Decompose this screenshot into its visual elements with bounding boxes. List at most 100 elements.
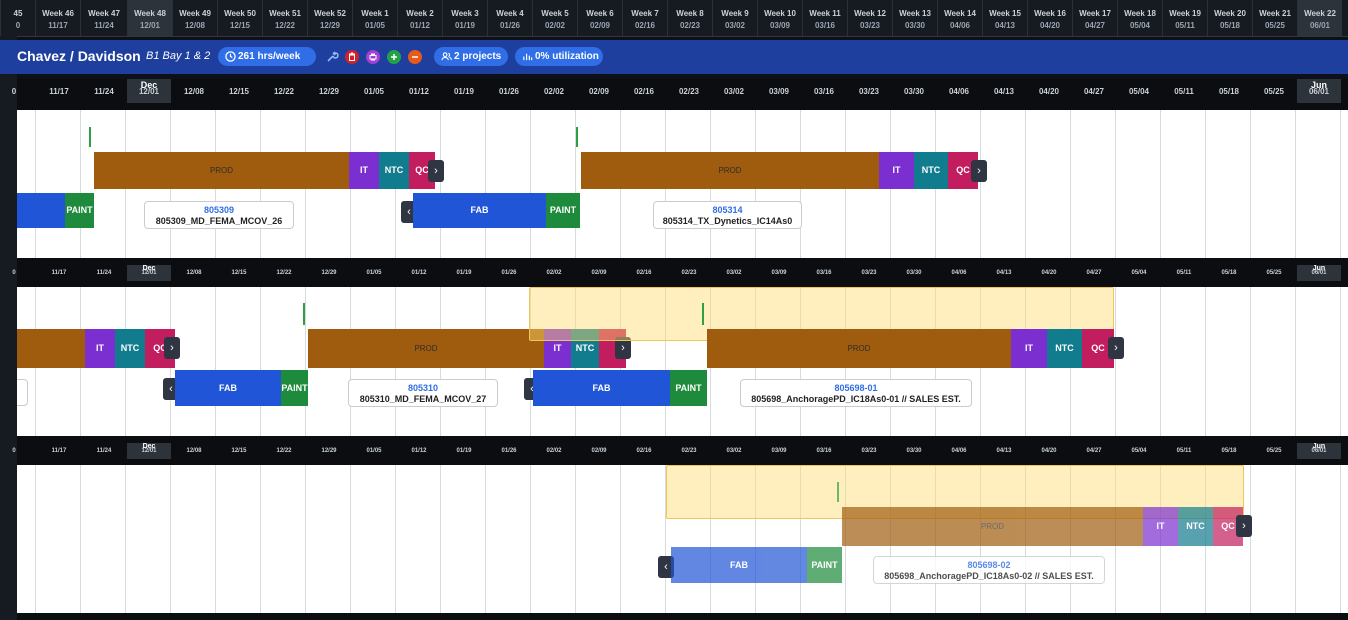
phase-ntc[interactable]: NTC [115, 329, 145, 368]
hours-per-week-button[interactable]: 261 hrs/week [218, 47, 316, 66]
week-label: Week 10 [764, 9, 796, 18]
phase-prod[interactable]: PROD [308, 329, 544, 368]
phase-paint[interactable]: PAINT [281, 370, 308, 406]
date-tick: 02/02 [546, 448, 562, 454]
week-column-header[interactable]: Week 11 03/16 [802, 0, 847, 36]
week-column-header[interactable]: Week 2 01/12 [397, 0, 442, 36]
week-column-header[interactable]: Week 13 03/30 [892, 0, 937, 36]
print-icon[interactable] [366, 50, 380, 64]
phase-paint[interactable]: PAINT [65, 193, 94, 228]
week-gridline [305, 287, 306, 436]
week-date: 11/24 [94, 21, 114, 30]
date-tick: 03/09 [771, 270, 787, 276]
week-gridline [1295, 287, 1296, 436]
project-label[interactable] [17, 379, 28, 406]
week-column-header[interactable]: Week 17 04/27 [1072, 0, 1117, 36]
project-label[interactable]: 805309 805309_MD_FEMA_MCOV_26 [144, 201, 294, 229]
project-label[interactable]: 805314 805314_TX_Dynetics_IC14As0 [653, 201, 802, 229]
project-name: 805310_MD_FEMA_MCOV_27 [359, 394, 487, 404]
week-column-header[interactable]: Week 1 01/05 [352, 0, 397, 36]
phase-fab[interactable]: FAB [533, 370, 670, 406]
phase-prod[interactable]: PROD [94, 152, 349, 189]
week-column-header[interactable]: Week 15 04/13 [982, 0, 1027, 36]
date-tick: 11/17 [51, 270, 67, 276]
phase-prod[interactable] [17, 329, 85, 368]
week-date: 02/02 [544, 21, 566, 30]
week-column-header[interactable]: Week 9 03/02 [712, 0, 757, 36]
week-column-header[interactable]: Week 20 05/18 [1207, 0, 1252, 36]
chevron-right-icon[interactable]: › [164, 337, 180, 359]
utilization-button[interactable]: 0% utilization [515, 47, 603, 66]
week-column-header[interactable]: Week 50 12/15 [217, 0, 262, 36]
date-tick: 03/30 [906, 270, 922, 276]
date-tick: 05/11 [1174, 87, 1194, 96]
week-column-header[interactable]: Week 14 04/06 [937, 0, 982, 36]
phase-prod[interactable]: PROD [707, 329, 1011, 368]
phase-it[interactable]: IT [879, 152, 914, 189]
bay-lane-1: PROD IT NTC QC › PAINT 805309 805309_MD_… [17, 110, 1348, 258]
phase-fab[interactable]: FAB [671, 547, 807, 583]
phase-paint[interactable]: PAINT [546, 193, 580, 228]
phase-fab[interactable]: FAB [175, 370, 281, 406]
chevron-right-icon[interactable]: › [428, 160, 444, 182]
chevron-right-icon[interactable]: › [971, 160, 987, 182]
week-column-header[interactable]: Week 5 02/02 [532, 0, 577, 36]
projects-count-label: 2 projects [454, 51, 502, 62]
wrench-icon[interactable] [325, 50, 339, 64]
phase-it[interactable]: IT [1143, 507, 1178, 546]
chevron-right-icon[interactable]: › [1108, 337, 1124, 359]
week-column-header[interactable]: Week 21 05/25 [1252, 0, 1297, 36]
week-column-header[interactable]: Week 16 04/20 [1027, 0, 1072, 36]
remove-circle-icon[interactable] [408, 50, 422, 64]
week-label: Week 52 [314, 9, 346, 18]
project-number: 805309 [203, 205, 235, 215]
week-column-header[interactable]: Week 12 03/23 [847, 0, 892, 36]
week-column-header[interactable]: Week 52 12/29 [307, 0, 352, 36]
phase-it[interactable]: IT [1011, 329, 1047, 368]
add-circle-icon[interactable] [387, 50, 401, 64]
week-gridline [125, 465, 126, 613]
phase-fab[interactable]: FAB [413, 193, 546, 228]
phase-paint[interactable]: PAINT [670, 370, 707, 406]
phase-ntc[interactable]: NTC [914, 152, 948, 189]
phase-ntc[interactable]: NTC [379, 152, 409, 189]
date-tick: 04/20 [1041, 448, 1057, 454]
month-label: Dec [142, 265, 156, 272]
week-gridline [1250, 465, 1251, 613]
projects-count-button[interactable]: 2 projects [434, 47, 508, 66]
week-label: Week 3 [451, 9, 479, 18]
week-column-header[interactable]: Week 10 03/09 [757, 0, 802, 36]
week-column-header[interactable]: Week 3 01/19 [442, 0, 487, 36]
phase-it[interactable]: IT [85, 329, 115, 368]
phase-fab[interactable] [17, 193, 65, 228]
date-tick: 02/02 [543, 87, 565, 96]
project-label[interactable]: 805310 805310_MD_FEMA_MCOV_27 [348, 379, 498, 407]
week-column-header[interactable]: Week 18 05/04 [1117, 0, 1162, 36]
date-header: 0 11/17 11/24 12/01 12/08 12/15 12/22 12/29 01/0… [12, 79, 1348, 103]
phase-prod[interactable]: PROD [581, 152, 879, 189]
date-tick: 11/24 [96, 270, 112, 276]
week-column-header[interactable]: 45 0 [0, 0, 35, 36]
week-column-header[interactable]: Week 22 06/01 [1297, 0, 1342, 36]
week-column-header[interactable]: Week 49 12/08 [172, 0, 217, 36]
week-column-header[interactable]: Week 47 11/24 [80, 0, 127, 36]
week-column-header[interactable]: Week 46 11/17 [35, 0, 80, 36]
week-column-header[interactable]: Week 51 12/22 [262, 0, 307, 36]
project-label[interactable]: 805698-02 805698_AnchoragePD_IC18As0-02 … [873, 556, 1105, 584]
chevron-right-icon[interactable]: › [1236, 515, 1252, 537]
phase-prod[interactable]: PROD [842, 507, 1143, 546]
week-column-header[interactable]: Week 7 02/16 [622, 0, 667, 36]
date-tick: 12/22 [276, 270, 292, 276]
trash-icon[interactable] [345, 50, 359, 64]
project-label[interactable]: 805698-01 805698_AnchoragePD_IC18As0-01 … [740, 379, 972, 407]
week-column-header[interactable]: Week 19 05/11 [1162, 0, 1207, 36]
date-tick: 05/25 [1263, 87, 1285, 96]
week-column-header[interactable]: Week 48 12/01 [127, 0, 172, 36]
phase-ntc[interactable]: NTC [1178, 507, 1213, 546]
week-column-header[interactable]: Week 4 01/26 [487, 0, 532, 36]
phase-ntc[interactable]: NTC [1047, 329, 1082, 368]
week-column-header[interactable]: Week 8 02/23 [667, 0, 712, 36]
week-column-header[interactable]: Week 6 02/09 [577, 0, 622, 36]
phase-paint[interactable]: PAINT [807, 547, 842, 583]
phase-it[interactable]: IT [349, 152, 379, 189]
